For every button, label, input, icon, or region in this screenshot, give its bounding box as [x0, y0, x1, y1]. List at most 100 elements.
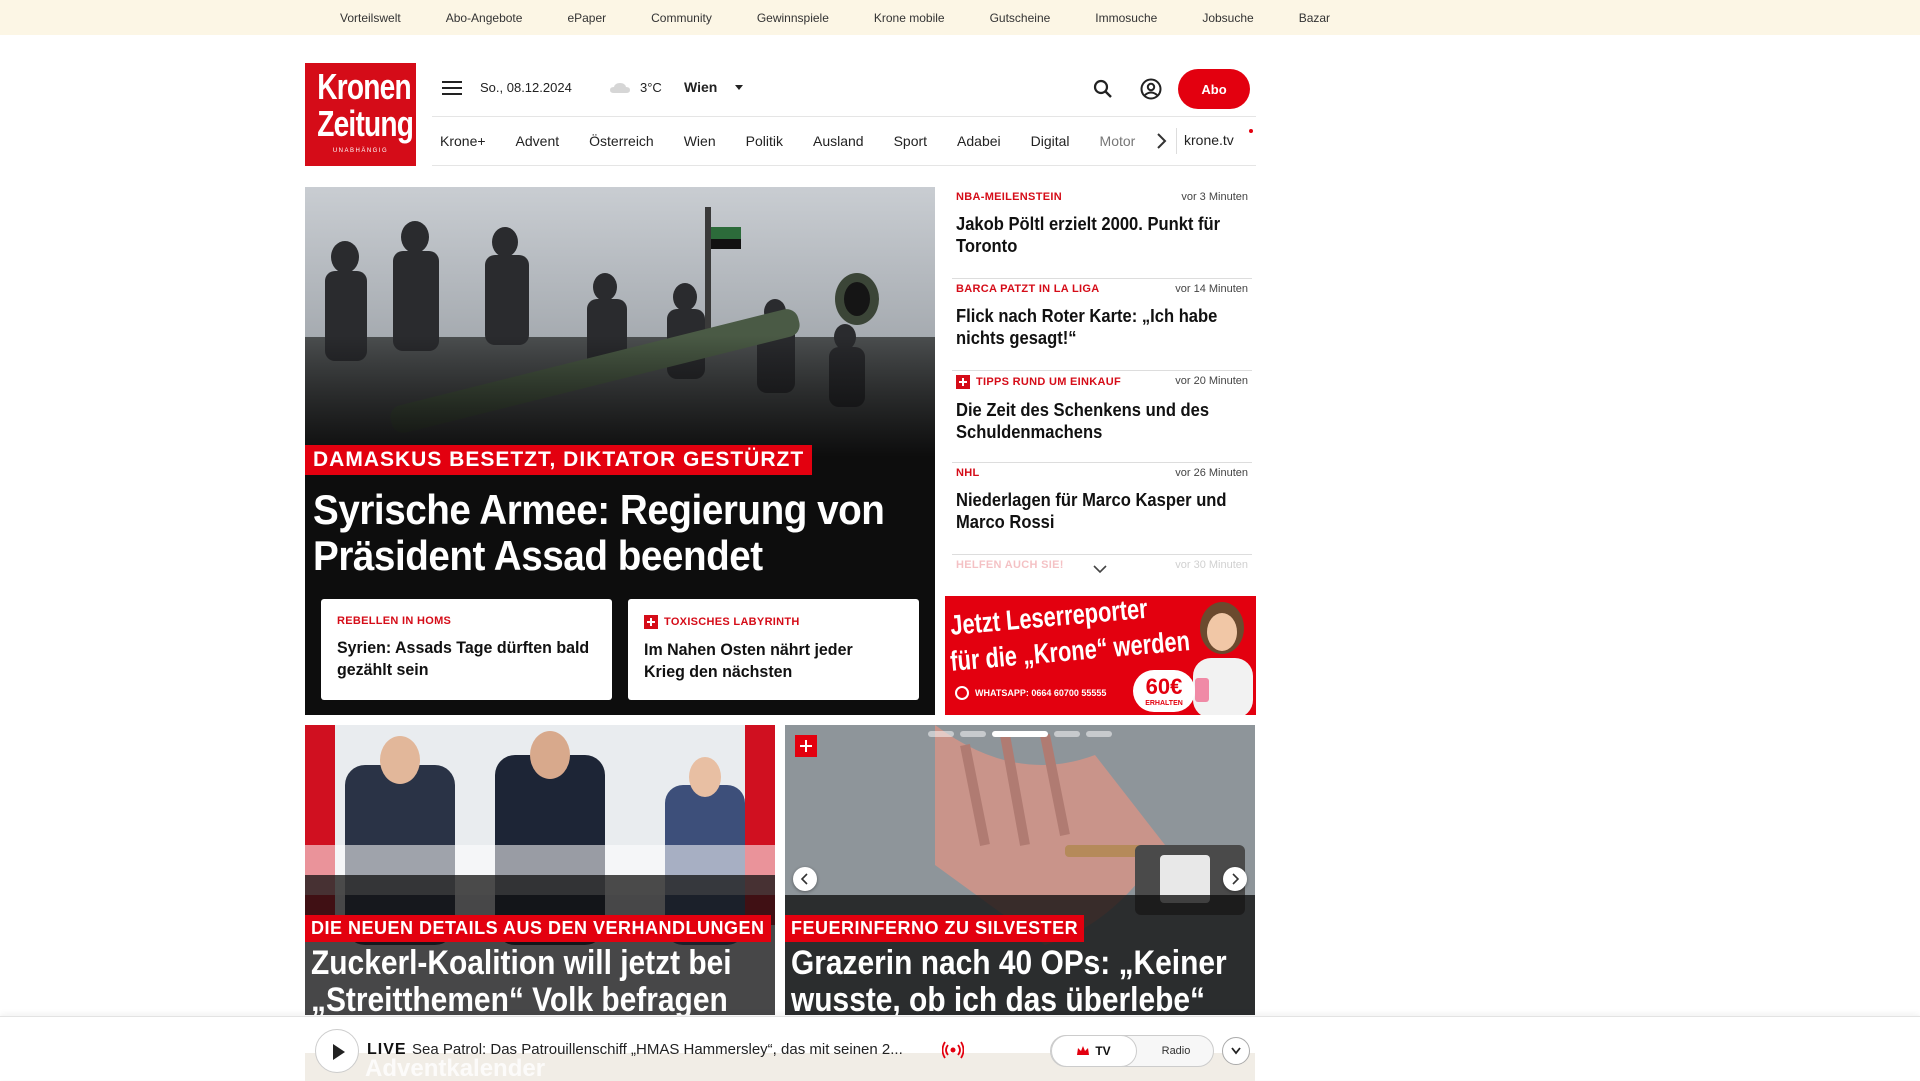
- live-player-bar: Adventkalender LIVE Sea Patrol: Das Patr…: [0, 1016, 1920, 1081]
- temperature: 3°C: [640, 80, 662, 95]
- news-item[interactable]: TIPPS RUND UM EINKAUF vor 20 Minuten Die…: [952, 371, 1252, 463]
- chevron-left-icon: [800, 873, 808, 885]
- teaser-kicker: DIE NEUEN DETAILS AUS DEN VERHANDLUNGEN: [305, 915, 771, 942]
- teaser-headline: Zuckerl-Koalition will jetzt bei „Streit…: [311, 944, 732, 1016]
- main-navigation: Krone+ Advent Österreich Wien Politik Au…: [432, 116, 1256, 166]
- latest-news-list: NBA-MEILENSTEIN vor 3 Minuten Jakob Pölt…: [952, 187, 1252, 595]
- ad-whatsapp: WHATSAPP: 0664 60700 55555: [955, 686, 1106, 700]
- live-label: LIVE: [367, 1041, 407, 1058]
- news-time: vor 14 Minuten: [1175, 283, 1248, 295]
- subcard-title: Syrien: Assads Tage dürften bald gezählt…: [337, 638, 590, 679]
- news-title: Die Zeit des Schenkens und des Schuldenm…: [956, 400, 1210, 442]
- chevron-right-icon: [1232, 873, 1240, 885]
- tv-radio-switch: TV Radio: [1050, 1035, 1214, 1067]
- hero-subcard-2[interactable]: TOXISCHES LABYRINTH Im Nahen Osten nährt…: [628, 599, 919, 700]
- ad-reward-badge: 60€ ERHALTEN: [1133, 670, 1195, 712]
- carousel-dot[interactable]: [1086, 731, 1112, 737]
- chevron-down-icon: [1231, 1047, 1241, 1055]
- news-title: Jakob Pöltl erzielt 2000. Punkt für Toro…: [956, 214, 1221, 256]
- carousel-dot[interactable]: [928, 731, 954, 737]
- now-playing-text[interactable]: Sea Patrol: Das Patrouillenschiff „HMAS …: [412, 1041, 932, 1058]
- subcard-kicker: REBELLEN IN HOMS: [337, 615, 452, 627]
- teaser-carousel[interactable]: FEUERINFERNO ZU SILVESTER Grazerin nach …: [785, 725, 1255, 1015]
- ad-reward-amount: 60€: [1145, 674, 1183, 699]
- krone-plus-icon: [795, 735, 817, 757]
- search-icon[interactable]: [1092, 78, 1114, 100]
- utility-link-gutscheine[interactable]: Gutscheine: [990, 11, 1051, 25]
- news-time: vor 30 Minuten: [1175, 559, 1248, 571]
- carousel-dot[interactable]: [1054, 731, 1080, 737]
- nav-item-sport[interactable]: Sport: [894, 133, 927, 149]
- nav-list: Krone+ Advent Österreich Wien Politik Au…: [440, 117, 1165, 165]
- utility-link-epaper[interactable]: ePaper: [567, 11, 606, 25]
- logo-line-2: Zeitung: [317, 103, 414, 144]
- chevron-right-icon[interactable]: [1152, 131, 1170, 151]
- chevron-down-icon[interactable]: [1092, 563, 1108, 575]
- subcard-title: Im Nahen Osten nährt jeder Krieg den näc…: [644, 640, 853, 681]
- krone-logo[interactable]: Kronen Zeitung UNABHÄNGIG: [305, 63, 416, 166]
- news-title: Niederlagen für Marco Kasper und Marco R…: [956, 490, 1227, 532]
- news-item[interactable]: NHL vor 26 Minuten Niederlagen für Marco…: [952, 463, 1252, 555]
- utility-link-jobsuche[interactable]: Jobsuche: [1202, 11, 1253, 25]
- news-item[interactable]: NBA-MEILENSTEIN vor 3 Minuten Jakob Pölt…: [952, 187, 1252, 279]
- ad-reward-label: ERHALTEN: [1145, 700, 1183, 707]
- utility-link-bazar[interactable]: Bazar: [1299, 11, 1330, 25]
- news-item[interactable]: BARCA PATZT IN LA LIGA vor 14 Minuten Fl…: [952, 279, 1252, 371]
- subscribe-button[interactable]: Abo: [1178, 69, 1250, 109]
- utility-link-community[interactable]: Community: [651, 11, 712, 25]
- menu-icon[interactable]: [442, 81, 462, 97]
- logo-tagline: UNABHÄNGIG: [332, 148, 389, 154]
- carousel-indicators[interactable]: [785, 731, 1255, 737]
- utility-links: Vorteilswelt Abo-Angebote ePaper Communi…: [340, 0, 1375, 35]
- news-item-faded[interactable]: HELFEN AUCH SIE! vor 30 Minuten: [952, 555, 1252, 595]
- nav-item-krone-tv[interactable]: krone.tv: [1184, 132, 1234, 148]
- city-selector[interactable]: Wien: [684, 79, 717, 95]
- nav-divider: [1176, 128, 1177, 154]
- user-account-icon[interactable]: [1140, 78, 1162, 100]
- utility-link-vorteilswelt[interactable]: Vorteilswelt: [340, 11, 401, 25]
- radio-tab[interactable]: Radio: [1137, 1036, 1215, 1066]
- nav-item-advent[interactable]: Advent: [516, 133, 560, 149]
- krone-plus-icon: [644, 615, 658, 629]
- tv-tab[interactable]: TV: [1051, 1035, 1137, 1067]
- subcard-kicker: TOXISCHES LABYRINTH: [644, 615, 903, 629]
- krone-plus-icon: [956, 375, 970, 389]
- live-indicator-dot: [1249, 129, 1253, 133]
- nav-item-adabei[interactable]: Adabei: [957, 133, 1001, 149]
- news-time: vor 26 Minuten: [1175, 467, 1248, 479]
- teaser-coalition[interactable]: DIE NEUEN DETAILS AUS DEN VERHANDLUNGEN …: [305, 725, 775, 1015]
- current-date: So., 08.12.2024: [480, 80, 572, 95]
- play-button[interactable]: [315, 1029, 359, 1073]
- utility-link-gewinnspiele[interactable]: Gewinnspiele: [757, 11, 829, 25]
- broadcast-icon: [942, 1041, 964, 1059]
- utility-link-krone-mobile[interactable]: Krone mobile: [874, 11, 945, 25]
- nav-item-oesterreich[interactable]: Österreich: [589, 133, 654, 149]
- hero-subcard-1[interactable]: REBELLEN IN HOMS Syrien: Assads Tage dür…: [321, 599, 612, 700]
- leserreporter-ad[interactable]: Jetzt Leserreporter für die „Krone“ werd…: [945, 596, 1256, 715]
- nav-item-digital[interactable]: Digital: [1031, 133, 1070, 149]
- ad-whatsapp-number: WHATSAPP: 0664 60700 55555: [975, 688, 1107, 698]
- expand-player-button[interactable]: [1222, 1037, 1250, 1065]
- chevron-down-icon[interactable]: [735, 85, 743, 90]
- hero-kicker: DAMASKUS BESETZT, DIKTATOR GESTÜRZT: [305, 445, 813, 475]
- utility-bar: Vorteilswelt Abo-Angebote ePaper Communi…: [0, 0, 1920, 35]
- carousel-dot[interactable]: [960, 731, 986, 737]
- utility-link-abo-angebote[interactable]: Abo-Angebote: [446, 11, 523, 25]
- nav-item-ausland[interactable]: Ausland: [813, 133, 864, 149]
- hero-article[interactable]: DAMASKUS BESETZT, DIKTATOR GESTÜRZT Syri…: [305, 187, 935, 715]
- carousel-next-button[interactable]: [1223, 867, 1247, 891]
- crown-icon: [1077, 1046, 1090, 1055]
- subcard-kicker-text: TOXISCHES LABYRINTH: [664, 616, 800, 628]
- nav-item-wien[interactable]: Wien: [684, 133, 716, 149]
- carousel-dot-active[interactable]: [992, 731, 1048, 737]
- carousel-prev-button[interactable]: [793, 867, 817, 891]
- news-title: Flick nach Roter Karte: „Ich habe nichts…: [956, 306, 1218, 348]
- nav-item-krone-plus[interactable]: Krone+: [440, 133, 486, 149]
- whatsapp-icon: [955, 686, 969, 700]
- teaser-headline: Grazerin nach 40 OPs: „Keiner wusste, ob…: [791, 944, 1227, 1016]
- utility-link-immosuche[interactable]: Immosuche: [1095, 11, 1157, 25]
- nav-item-politik[interactable]: Politik: [746, 133, 783, 149]
- logo-line-1: Kronen: [317, 66, 411, 107]
- hero-headline[interactable]: Syrische Armee: Regierung von Präsident …: [313, 487, 920, 579]
- nav-item-motor[interactable]: Motor: [1100, 133, 1136, 149]
